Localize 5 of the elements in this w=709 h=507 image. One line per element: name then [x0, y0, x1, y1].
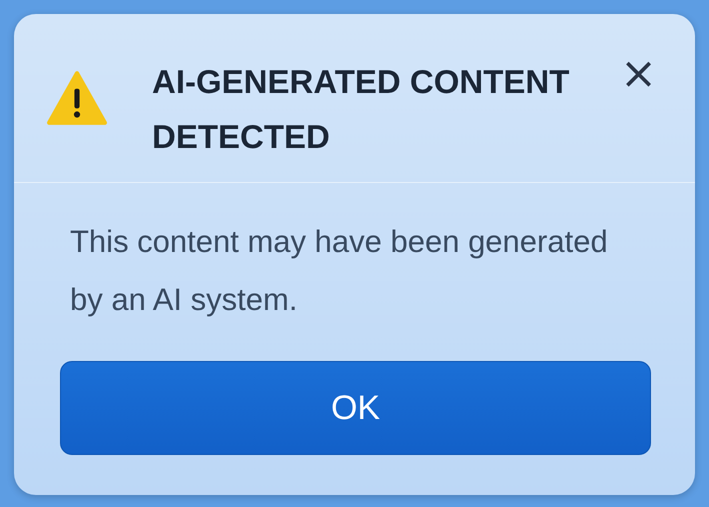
dialog-title: AI-GENERATED CONTENT DETECTED [152, 62, 570, 157]
warning-icon [46, 70, 108, 126]
dialog-message: This content may have been generated by an AI system. [69, 223, 609, 319]
ok-button[interactable]: OK [60, 361, 651, 455]
close-button[interactable]: × [616, 54, 661, 94]
